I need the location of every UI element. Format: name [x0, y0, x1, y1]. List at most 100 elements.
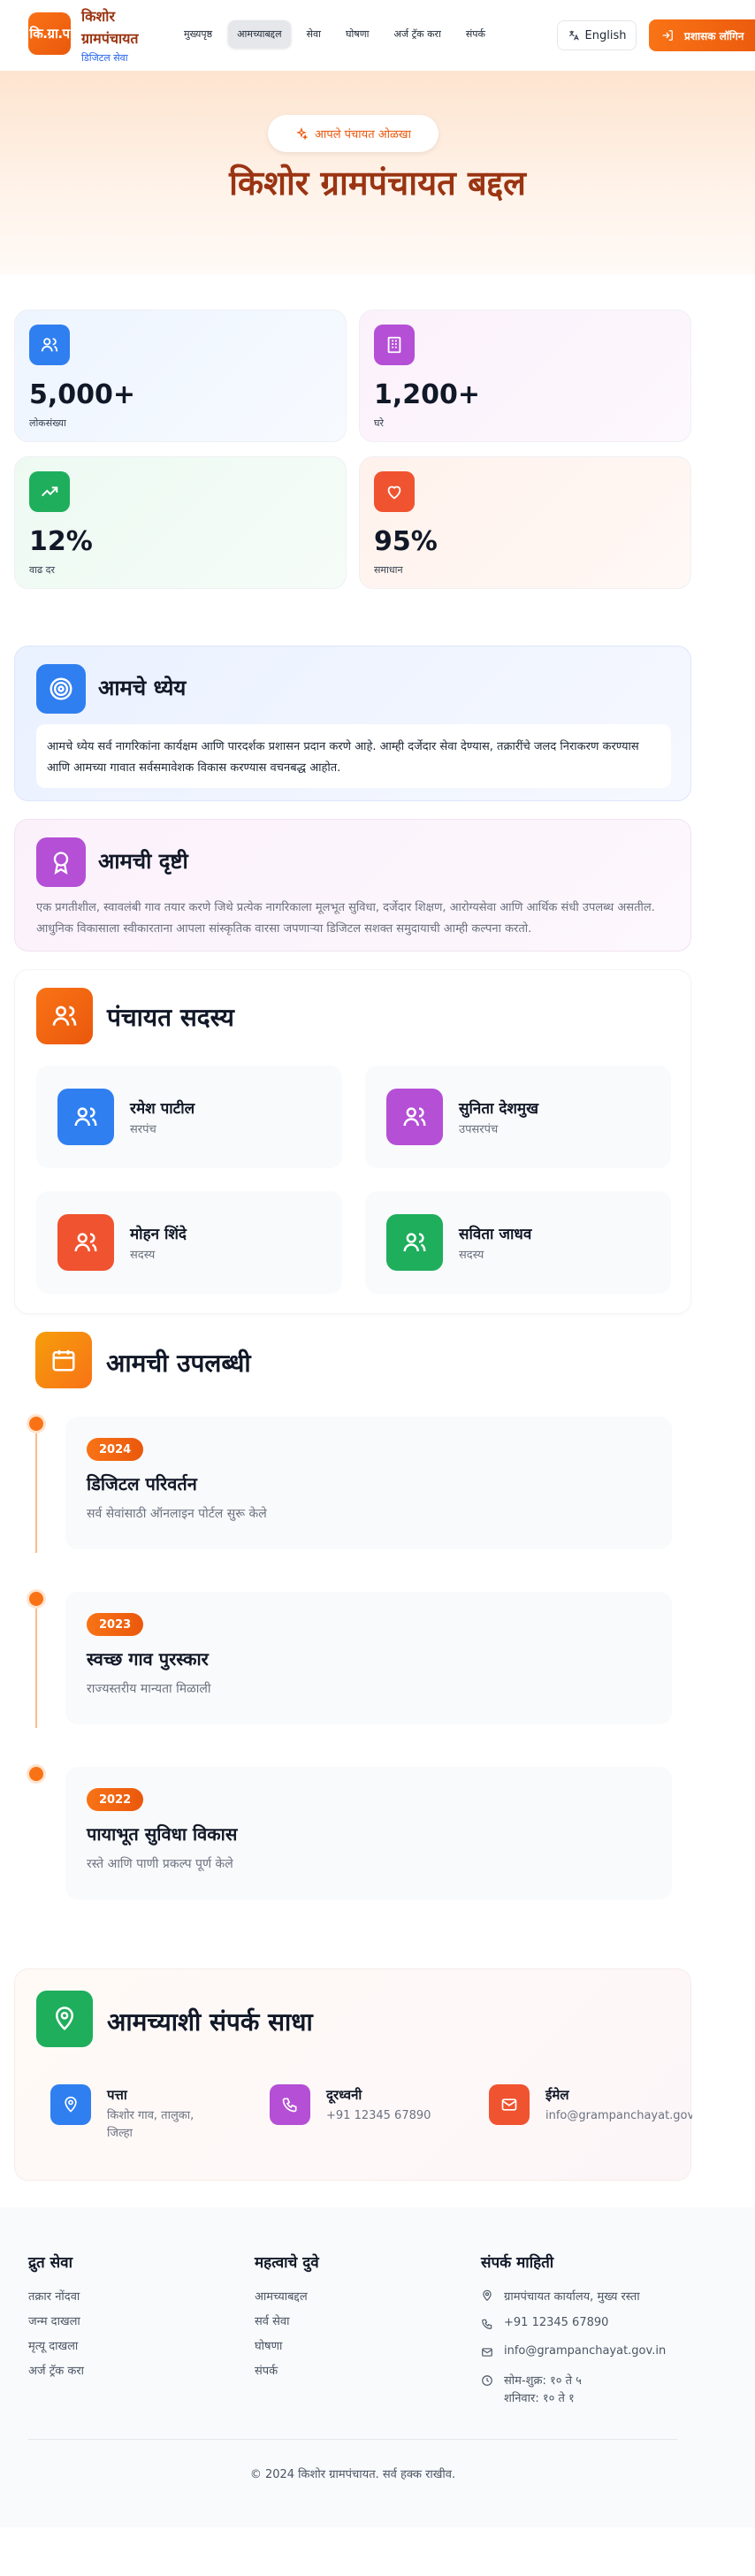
- footer-email: info@grampanchayat.gov.in: [481, 2344, 702, 2373]
- timeline-dot: [29, 1417, 43, 1431]
- footer-quick-services: द्रुत सेवा तक्रार नोंदवा जन्म दाखला मृत्…: [28, 2251, 84, 2387]
- footer-email-text[interactable]: info@grampanchayat.gov.in: [504, 2344, 666, 2358]
- phone-icon: [482, 2319, 492, 2329]
- contact-title: आमच्याशी संपर्क साधा: [107, 2007, 313, 2037]
- map-pin-icon: [50, 2084, 91, 2125]
- contact-value[interactable]: +91 12345 67890: [326, 2107, 431, 2125]
- building-icon: [374, 325, 415, 365]
- mission-card: आमचे ध्येय आमचे ध्येय सर्व नागरिकांना का…: [14, 646, 691, 801]
- stat-label: घरे: [374, 417, 384, 429]
- stat-card-houses: 1,200+ घरे: [359, 310, 691, 442]
- achievement-description: रस्ते आणि पाणी प्रकल्प पूर्ण केले: [87, 1857, 233, 1871]
- nav-contact[interactable]: संपर्क: [457, 20, 494, 48]
- sparkles-icon: [296, 127, 309, 140]
- footer-link[interactable]: सर्व सेवा: [255, 2312, 319, 2337]
- language-toggle-button[interactable]: English: [557, 20, 637, 50]
- trending-up-icon: [29, 471, 70, 512]
- brand-title: किशोर ग्रामपंचायत: [81, 8, 139, 47]
- stat-value: 95%: [374, 526, 438, 557]
- members-card: पंचायत सदस्य रमेश पाटील सरपंच सुनिता देश…: [14, 969, 691, 1314]
- user-avatar-icon: [386, 1214, 443, 1271]
- nav-services[interactable]: सेवा: [298, 20, 330, 48]
- member-role: सरपंच: [130, 1123, 156, 1136]
- achievement-year-badge: 2022: [87, 1788, 144, 1811]
- footer-hours-saturday: शनिवार: १० ते १: [504, 2392, 575, 2405]
- footer-link[interactable]: आमच्याबद्दल: [255, 2288, 319, 2312]
- member-card: मोहन शिंदे सदस्य: [36, 1191, 342, 1294]
- achievement-card: 2022 पायाभूत सुविधा विकास रस्ते आणि पाणी…: [65, 1767, 672, 1900]
- footer: द्रुत सेवा तक्रार नोंदवा जन्म दाखला मृत्…: [0, 2207, 755, 2527]
- nav-home[interactable]: मुख्यपृष्ठ: [175, 20, 221, 48]
- footer-link[interactable]: मृत्यू दाखला: [28, 2337, 84, 2362]
- stat-value: 12%: [29, 526, 93, 557]
- member-role: उपसरपंच: [459, 1123, 499, 1136]
- footer-important-links: महत्वाचे दुवे आमच्याबद्दल सर्व सेवा घोषण…: [255, 2251, 319, 2387]
- achievement-title: पायाभूत सुविधा विकास: [87, 1823, 238, 1845]
- admin-login-button[interactable]: प्रशासक लॉगिन: [649, 19, 755, 51]
- logo[interactable]: कि.ग्रा.प: [28, 12, 71, 55]
- footer-link[interactable]: तक्रार नोंदवा: [28, 2288, 84, 2312]
- user-avatar-icon: [386, 1089, 443, 1145]
- language-label: English: [584, 28, 627, 42]
- brand-subtitle: डिजिटल सेवा: [81, 52, 128, 64]
- footer-heading: संपर्क माहिती: [481, 2254, 554, 2272]
- footer-phone: +91 12345 67890: [481, 2316, 702, 2344]
- contact-value[interactable]: info@grampanchayat.gov.in: [545, 2107, 692, 2125]
- nav-about[interactable]: आमच्याबद्दल: [228, 20, 291, 48]
- footer-phone-text[interactable]: +91 12345 67890: [504, 2316, 608, 2329]
- timeline-dot: [29, 1592, 43, 1606]
- nav-track-application[interactable]: अर्ज ट्रॅक करा: [385, 20, 450, 48]
- contact-value: किशोर गाव, तालुका, जिल्हा: [107, 2109, 194, 2140]
- mission-text: आमचे ध्येय सर्व नागरिकांना कार्यक्षम आणि…: [36, 724, 671, 788]
- footer-link[interactable]: अर्ज ट्रॅक करा: [28, 2362, 84, 2387]
- member-card: सुनिता देशमुख उपसरपंच: [365, 1066, 671, 1168]
- footer-link[interactable]: संपर्क: [255, 2362, 319, 2387]
- member-name: रमेश पाटील: [130, 1100, 195, 1118]
- vision-card: आमची दृष्टी एक प्रगतीशील, स्वावलंबी गाव …: [14, 819, 691, 952]
- award-icon: [36, 837, 86, 887]
- hero-badge-text: आपले पंचायत ओळखा: [315, 128, 411, 141]
- achievement-year-badge: 2023: [87, 1613, 144, 1636]
- top-navbar: कि.ग्रा.प किशोर ग्रामपंचायत डिजिटल सेवा …: [0, 0, 755, 71]
- timeline-line: [35, 1595, 37, 1728]
- hero-section: आपले पंचायत ओळखा किशोर ग्रामपंचायत बद्दल: [0, 71, 755, 274]
- stat-card-satisfaction: 95% समाधान: [359, 456, 691, 589]
- footer-address-text: ग्रामपंचायत कार्यालय, मुख्य रस्ता: [504, 2290, 640, 2304]
- contact-card: आमच्याशी संपर्क साधा पत्ता किशोर गाव, ता…: [14, 1968, 692, 2181]
- footer-address: ग्रामपंचायत कार्यालय, मुख्य रस्ता: [481, 2288, 702, 2316]
- mission-title: आमचे ध्येय: [98, 676, 187, 700]
- contact-label: दूरध्वनी: [326, 2087, 362, 2103]
- user-avatar-icon: [57, 1214, 114, 1271]
- member-role: सदस्य: [130, 1249, 156, 1262]
- stat-value: 1,200+: [374, 379, 481, 410]
- stat-card-growth: 12% वाढ दर: [14, 456, 347, 589]
- footer-hours: सोम-शुक्र: १० ते ५ शनिवार: १० ते १: [481, 2373, 702, 2408]
- member-name: सुनिता देशमुख: [459, 1100, 539, 1118]
- users-icon: [29, 325, 70, 365]
- achievement-card: 2023 स्वच्छ गाव पुरस्कार राज्यस्तरीय मान…: [65, 1592, 672, 1724]
- users-icon: [36, 988, 93, 1044]
- hero-badge: आपले पंचायत ओळखा: [268, 115, 439, 152]
- achievement-description: राज्यस्तरीय मान्यता मिळाली: [87, 1682, 211, 1696]
- member-name: मोहन शिंदे: [130, 1226, 187, 1243]
- footer-contact-info: संपर्क माहिती ग्रामपंचायत कार्यालय, मुख्…: [481, 2251, 702, 2408]
- stat-label: वाढ दर: [29, 564, 55, 576]
- footer-link[interactable]: जन्म दाखला: [28, 2312, 84, 2337]
- main-nav: मुख्यपृष्ठ आमच्याबद्दल सेवा घोषणा अर्ज ट…: [175, 20, 501, 48]
- footer-divider: [28, 2439, 677, 2440]
- calendar-icon: [35, 1332, 92, 1388]
- achievements-section: आमची उपलब्धी 2024 डिजिटल परिवर्तन सर्व स…: [0, 1332, 755, 1968]
- contact-section: आमच्याशी संपर्क साधा पत्ता किशोर गाव, ता…: [0, 1968, 755, 2207]
- member-card: रमेश पाटील सरपंच: [36, 1066, 342, 1168]
- copyright-text: © 2024 किशोर ग्रामपंचायत. सर्व हक्क राखी…: [249, 2468, 456, 2481]
- footer-heading: द्रुत सेवा: [28, 2254, 72, 2272]
- vision-title: आमची दृष्टी: [98, 849, 188, 874]
- footer-link[interactable]: घोषणा: [255, 2337, 319, 2362]
- stat-card-population: 5,000+ लोकसंख्या: [14, 310, 347, 442]
- stats-section: 5,000+ लोकसंख्या 1,200+ घरे 12% वाढ दर 9…: [0, 274, 755, 646]
- contact-label: पत्ता: [107, 2087, 127, 2103]
- nav-announcements[interactable]: घोषणा: [337, 20, 378, 48]
- vision-text: एक प्रगतीशील, स्वावलंबी गाव तयार करणे जि…: [36, 901, 655, 936]
- achievement-title: स्वच्छ गाव पुरस्कार: [87, 1648, 209, 1670]
- contact-label: ईमेल: [545, 2087, 569, 2103]
